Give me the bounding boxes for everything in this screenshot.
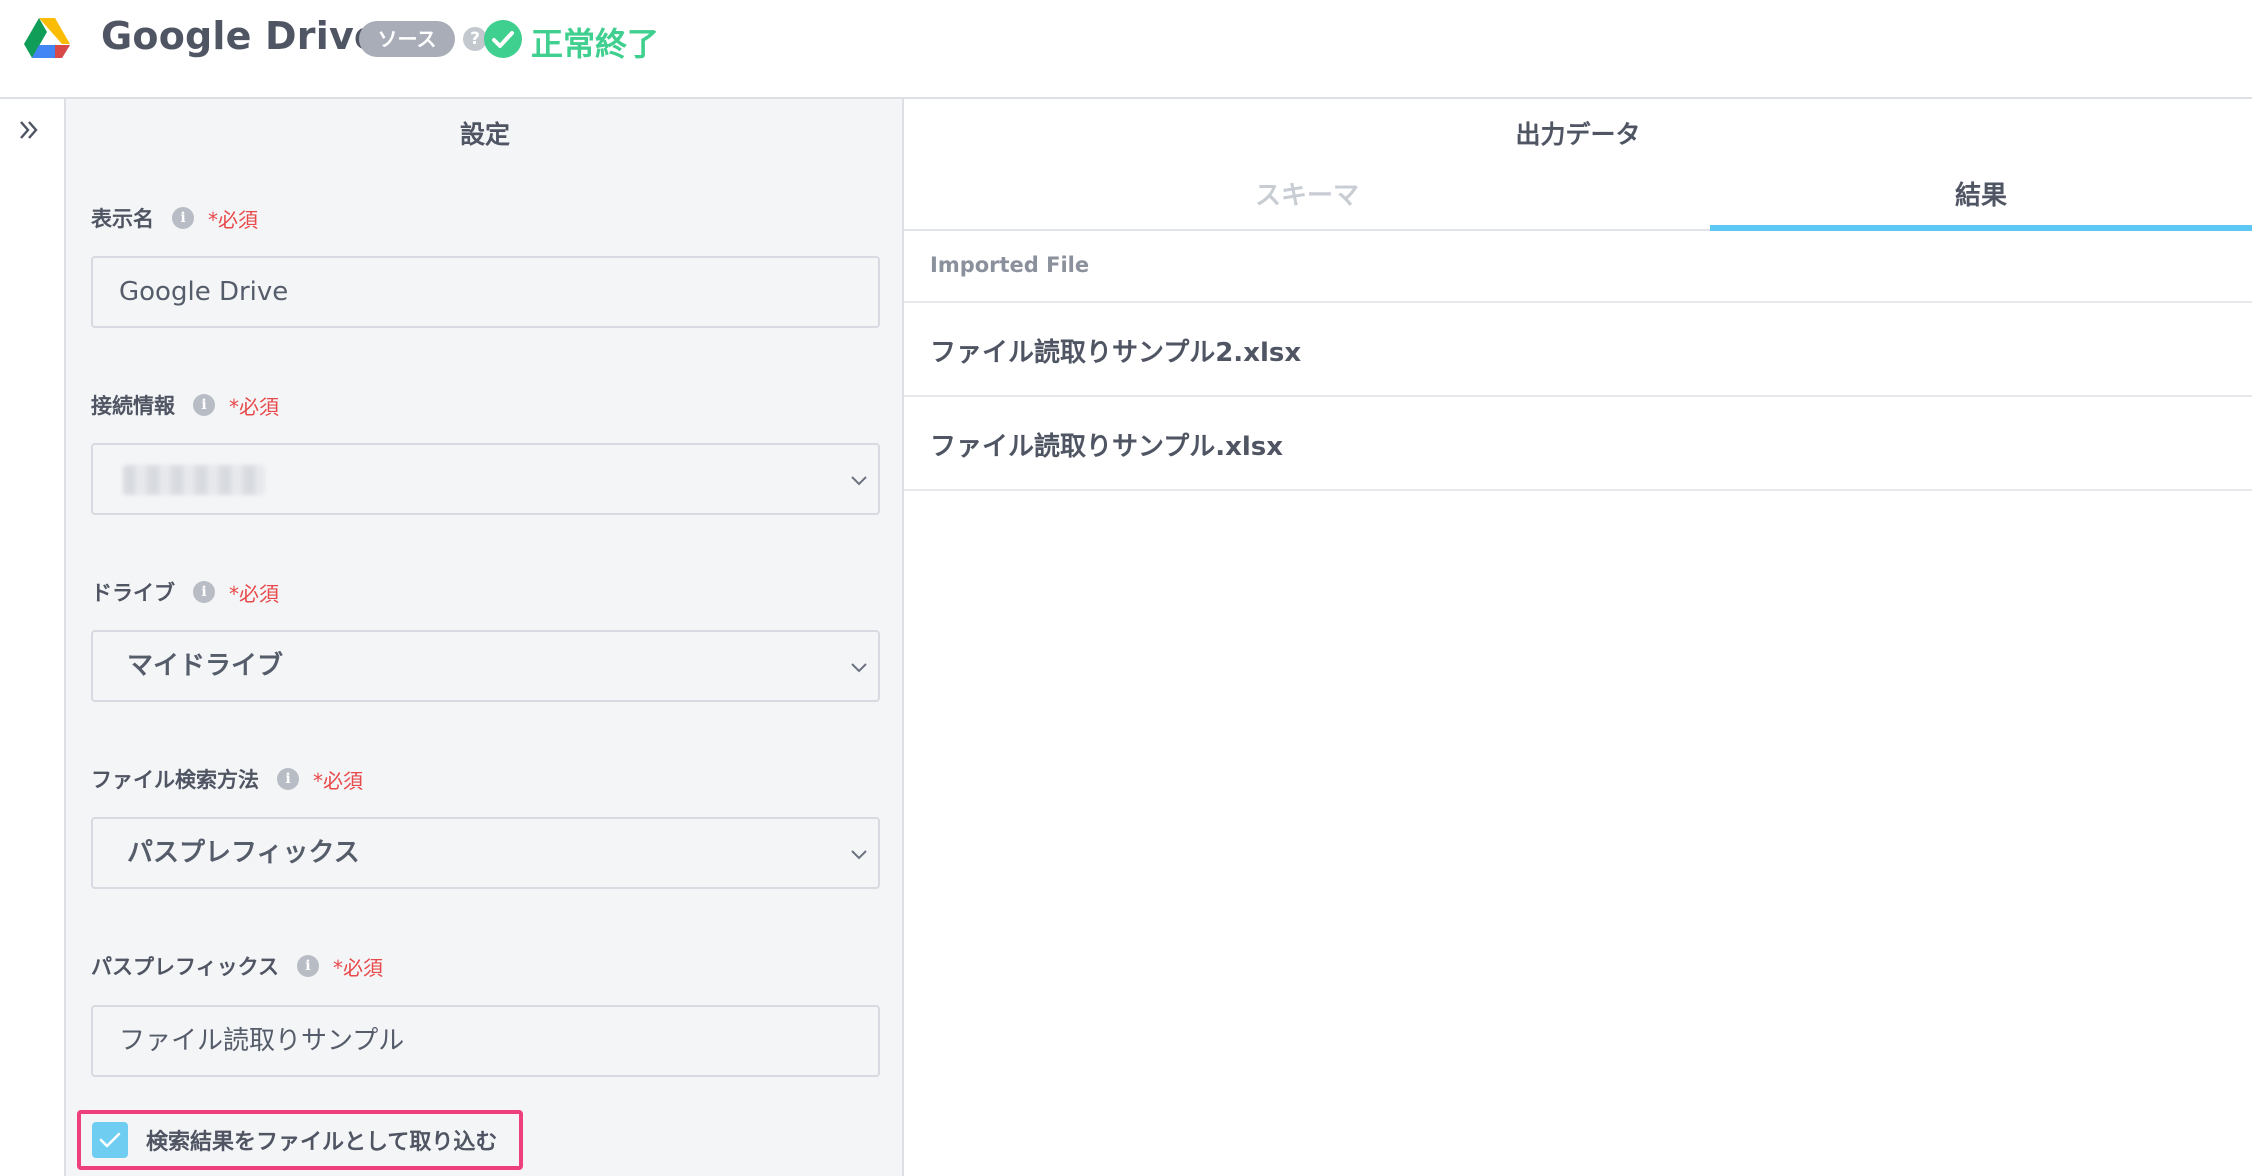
info-icon[interactable]: i — [277, 768, 299, 790]
required-mark: *必須 — [208, 207, 258, 232]
chevron-down-icon — [851, 476, 867, 486]
double-chevron-right-icon[interactable] — [16, 117, 42, 143]
connection-select[interactable] — [91, 443, 880, 515]
settings-title: 設定 — [459, 120, 510, 149]
path-prefix-label-text: パスプレフィックス — [91, 955, 279, 979]
table-header-divider — [904, 301, 2252, 303]
display-name-input[interactable]: Google Drive — [91, 256, 880, 328]
required-mark: *必須 — [229, 581, 279, 606]
import-as-file-option[interactable]: 検索結果をファイルとして取り込む — [77, 1110, 523, 1170]
table-row-divider — [904, 489, 2252, 491]
display-name-label-text: 表示名 — [91, 207, 154, 231]
chevron-down-icon — [851, 663, 867, 673]
path-prefix-input[interactable]: ファイル読取りサンプル — [91, 1005, 880, 1077]
tab-schema[interactable]: スキーマ — [904, 175, 1710, 231]
drive-label: ドライブ i *必須 — [91, 577, 279, 607]
info-icon[interactable]: i — [296, 955, 319, 977]
tab-active-indicator — [1710, 225, 2252, 231]
table-row: ファイル読取りサンプル2.xlsx — [930, 338, 1302, 368]
required-mark: *必須 — [332, 955, 383, 980]
required-mark: *必須 — [229, 394, 279, 419]
redacted-connection-value — [123, 465, 265, 495]
search-method-select-value: パスプレフィックス — [127, 838, 360, 868]
import-as-file-label: 検索結果をファイルとして取り込む — [146, 1130, 498, 1155]
drive-select-value: マイドライブ — [127, 651, 284, 681]
path-prefix-label: パスプレフィックス i *必須 — [91, 951, 383, 981]
drive-select[interactable]: マイドライブ — [91, 630, 880, 702]
search-method-label: ファイル検索方法 i *必須 — [91, 764, 363, 794]
search-method-select[interactable]: パスプレフィックス — [91, 817, 880, 889]
app-header: Google Drive ソース ? 正常終了 — [0, 0, 2252, 99]
google-drive-logo — [24, 18, 70, 58]
connection-label: 接続情報 i *必須 — [91, 390, 279, 420]
info-icon[interactable]: i — [172, 207, 194, 229]
connection-label-text: 接続情報 — [91, 394, 175, 418]
table-row: ファイル読取りサンプル.xlsx — [930, 432, 1284, 462]
info-icon[interactable]: i — [193, 581, 215, 603]
import-as-file-checkbox[interactable] — [92, 1122, 128, 1158]
info-icon[interactable]: i — [193, 394, 215, 416]
app-title: Google Drive — [101, 14, 380, 58]
status-text: 正常終了 — [531, 25, 660, 63]
output-title: 出力データ — [1515, 120, 1641, 149]
success-check-icon — [484, 20, 522, 58]
required-mark: *必須 — [313, 768, 363, 793]
display-name-label: 表示名 i *必須 — [91, 203, 258, 233]
source-badge: ソース — [359, 21, 455, 57]
column-header-imported-file: Imported File — [930, 253, 1090, 277]
drive-label-text: ドライブ — [91, 581, 175, 605]
checkmark-icon — [99, 1132, 121, 1148]
search-method-label-text: ファイル検索方法 — [91, 768, 259, 792]
settings-panel: 設定 表示名 i *必須 Google Drive 接続情報 i *必須 ドライ… — [66, 99, 904, 1176]
table-row-divider — [904, 395, 2252, 397]
output-panel: 出力データ スキーマ 結果 Imported File ファイル読取りサンプル2… — [904, 99, 2252, 1176]
chevron-down-icon — [851, 850, 867, 860]
tab-result[interactable]: 結果 — [1710, 175, 2252, 231]
side-rail — [0, 99, 66, 1176]
